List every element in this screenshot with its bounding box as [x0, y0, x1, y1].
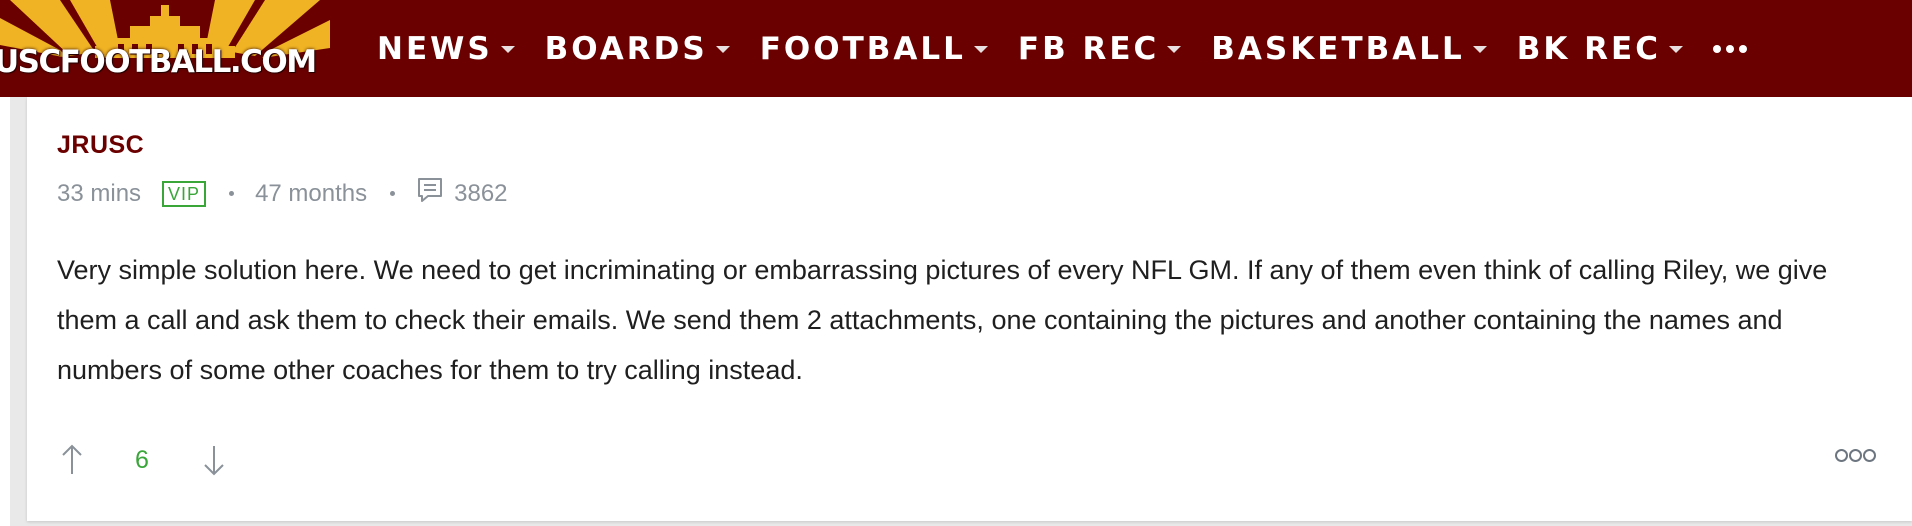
chevron-down-icon — [1472, 46, 1487, 53]
more-options-icon[interactable] — [1835, 449, 1876, 462]
post-username[interactable]: JRUSC — [57, 131, 144, 160]
separator-dot — [390, 191, 396, 196]
main-nav: NEWS BOARDS FOOTBALL FB REC BASKETBALL B… — [377, 0, 1747, 97]
post-count: 3862 — [454, 179, 508, 207]
site-logo[interactable]: USCFOOTBALL.COM — [0, 0, 330, 97]
vote-actions: 6 — [57, 442, 229, 478]
comment-icon — [416, 176, 444, 211]
separator-dot — [229, 191, 235, 196]
top-navbar: USCFOOTBALL.COM NEWS BOARDS FOOTBALL FB … — [0, 0, 1912, 97]
more-horizontal-icon[interactable] — [1712, 44, 1747, 53]
nav-item-bk-rec[interactable]: BK REC — [1517, 31, 1683, 67]
post-time[interactable]: 33 mins — [57, 180, 141, 208]
nav-item-news[interactable]: NEWS — [377, 31, 515, 67]
nav-item-fb-rec[interactable]: FB REC — [1017, 30, 1182, 67]
nav-item-boards[interactable]: BOARDS — [545, 31, 730, 67]
membership-duration: 47 months — [255, 179, 368, 207]
nav-item-basketball[interactable]: BASKETBALL — [1211, 30, 1487, 67]
chevron-down-icon — [1167, 46, 1182, 53]
logo-text: USCFOOTBALL.COM — [0, 44, 317, 80]
nav-item-label: BASKETBALL — [1211, 30, 1465, 67]
post-body-text: Very simple solution here. We need to ge… — [57, 255, 1828, 385]
post-card: JRUSC 33 mins VIP 47 months 3862 Very si… — [27, 97, 1912, 521]
nav-item-label: BOARDS — [544, 30, 708, 67]
chevron-down-icon — [1668, 46, 1683, 53]
nav-item-label: BK REC — [1516, 30, 1661, 67]
arrow-up-icon[interactable] — [57, 442, 87, 478]
post-meta: 33 mins VIP 47 months 3862 — [57, 176, 508, 211]
chevron-down-icon — [973, 46, 988, 53]
vote-score: 6 — [135, 445, 149, 474]
nav-item-label: FB REC — [1017, 30, 1160, 67]
nav-item-label: NEWS — [377, 30, 493, 67]
chevron-down-icon — [715, 46, 730, 53]
left-gutter — [0, 97, 10, 526]
chevron-down-icon — [500, 46, 515, 53]
nav-item-label: FOOTBALL — [759, 30, 966, 67]
arrow-down-icon[interactable] — [199, 442, 229, 478]
vip-badge: VIP — [162, 180, 207, 207]
nav-item-football[interactable]: FOOTBALL — [760, 31, 988, 67]
